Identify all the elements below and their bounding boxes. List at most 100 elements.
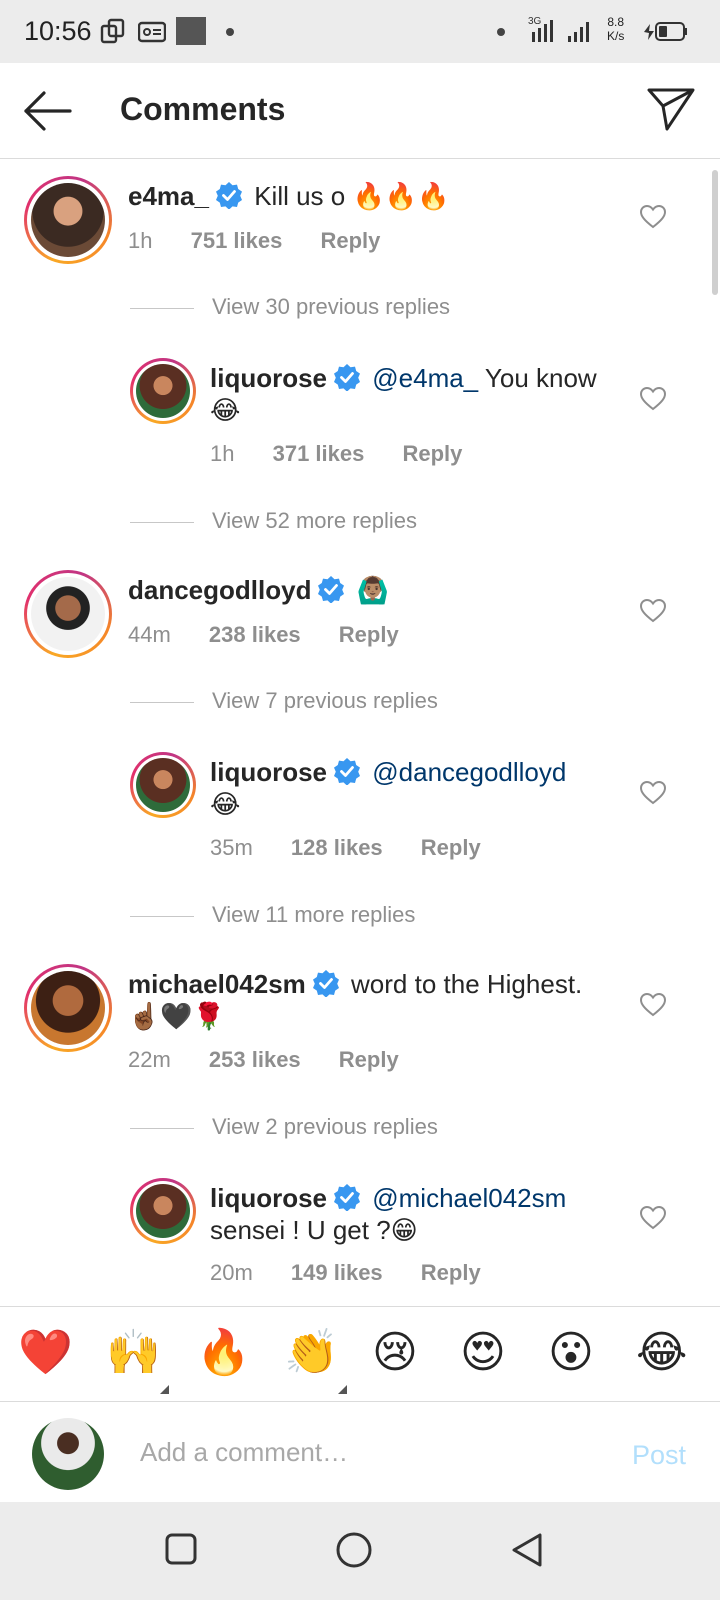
- reply-button[interactable]: Reply: [421, 835, 481, 860]
- status-bar: 10:56 3G 8.8 K/s: [0, 0, 720, 63]
- divider: [130, 1127, 194, 1129]
- comment-likes[interactable]: 751 likes: [191, 228, 283, 253]
- reaction-heart-eyes[interactable]: 😍: [460, 1325, 506, 1381]
- reaction-crying[interactable]: 😢: [372, 1325, 418, 1381]
- mention-link[interactable]: @michael042sm: [372, 1183, 566, 1213]
- comment-username[interactable]: michael042sm: [128, 969, 306, 999]
- header: Comments: [0, 63, 720, 159]
- image-notification-icon: [176, 17, 206, 45]
- comment-text: You know: [478, 363, 597, 393]
- reaction-clapping[interactable]: 👏: [284, 1325, 339, 1381]
- comment-time: 44m: [128, 622, 171, 647]
- skin-tone-indicator-icon: [338, 1385, 347, 1394]
- reply-button[interactable]: Reply: [320, 228, 380, 253]
- reaction-laughing[interactable]: 😂: [636, 1325, 687, 1381]
- heart-icon[interactable]: [640, 205, 666, 229]
- notification-dot-icon: [226, 28, 234, 36]
- post-button[interactable]: Post: [632, 1440, 686, 1471]
- back-arrow-icon[interactable]: [22, 89, 74, 133]
- comment-text-line2: 😂: [210, 395, 241, 425]
- comment-likes[interactable]: 371 likes: [273, 441, 365, 466]
- comment-text-line2: sensei ! U get ?😁: [210, 1215, 418, 1245]
- verified-badge-icon: [215, 182, 242, 209]
- view-replies-label: View 11 more replies: [212, 902, 416, 927]
- view-replies-button[interactable]: View 52 more replies: [130, 508, 417, 534]
- signal-icon: [568, 22, 589, 42]
- comment-username[interactable]: liquorose: [210, 757, 327, 787]
- avatar[interactable]: [130, 1178, 196, 1244]
- comment-list[interactable]: e4ma_ Kill us o 🔥🔥🔥 1h 751 likes Reply V…: [0, 160, 720, 1306]
- view-replies-label: View 52 more replies: [212, 508, 418, 533]
- comment-likes[interactable]: 149 likes: [291, 1260, 383, 1285]
- skin-tone-indicator-icon: [160, 1385, 169, 1394]
- radio-icon: [138, 21, 166, 43]
- battery-charging-icon: [644, 22, 687, 41]
- send-direct-icon[interactable]: [646, 85, 696, 133]
- reply-button[interactable]: Reply: [402, 441, 462, 466]
- dot-icon: [497, 28, 505, 36]
- comment-username[interactable]: e4ma_: [128, 181, 209, 211]
- comment-username[interactable]: dancegodlloyd: [128, 575, 311, 605]
- heart-icon[interactable]: [640, 781, 666, 805]
- screen-share-icon: [100, 18, 125, 44]
- status-time: 10:56: [24, 16, 92, 46]
- scrollbar[interactable]: [712, 170, 718, 295]
- comment-likes[interactable]: 128 likes: [291, 835, 383, 860]
- recents-icon[interactable]: [165, 1532, 197, 1568]
- avatar[interactable]: [24, 964, 112, 1052]
- back-nav-icon[interactable]: [510, 1532, 544, 1570]
- comment-composer: Post: [0, 1402, 720, 1502]
- heart-icon[interactable]: [640, 993, 666, 1017]
- comment-time: 1h: [128, 228, 153, 253]
- comment-text: Kill us o 🔥🔥🔥: [254, 181, 450, 211]
- comment-likes[interactable]: 253 likes: [209, 1047, 301, 1072]
- heart-icon[interactable]: [640, 599, 666, 623]
- verified-badge-icon: [318, 576, 345, 603]
- reaction-surprised[interactable]: 😮: [548, 1325, 594, 1381]
- signal-3g-icon: 3G: [528, 16, 553, 42]
- comment-time: 1h: [210, 441, 235, 466]
- view-replies-button[interactable]: View 11 more replies: [130, 902, 415, 928]
- reply-button[interactable]: Reply: [339, 622, 399, 647]
- view-replies-button[interactable]: View 2 previous replies: [130, 1114, 438, 1140]
- comment-meta: 35m 128 likes Reply: [210, 835, 513, 861]
- comment-time: 22m: [128, 1047, 171, 1072]
- avatar[interactable]: [130, 358, 196, 424]
- comment-meta: 22m 253 likes Reply: [128, 1047, 431, 1073]
- reply-button[interactable]: Reply: [421, 1260, 481, 1285]
- network-speed: 8.8 K/s: [607, 15, 625, 43]
- comment-meta: 1h 371 likes Reply: [210, 441, 494, 467]
- verified-badge-icon: [312, 970, 339, 997]
- comment-likes[interactable]: 238 likes: [209, 622, 301, 647]
- view-replies-label: View 30 previous replies: [212, 294, 451, 319]
- home-icon[interactable]: [335, 1532, 373, 1570]
- reaction-raising-hands[interactable]: 🙌: [106, 1325, 161, 1381]
- emoji-reaction-bar: ❤️ 🙌 🔥 👏 😢 😍 😮 😂: [0, 1306, 720, 1402]
- avatar[interactable]: [24, 176, 112, 264]
- reaction-heart[interactable]: ❤️: [18, 1325, 73, 1381]
- view-replies-button[interactable]: View 30 previous replies: [130, 294, 450, 320]
- verified-badge-icon: [334, 364, 361, 391]
- comment-input[interactable]: [140, 1430, 580, 1474]
- comment-text-line2: 😂: [210, 789, 241, 819]
- current-user-avatar: [32, 1418, 104, 1490]
- avatar[interactable]: [130, 752, 196, 818]
- avatar[interactable]: [24, 570, 112, 658]
- divider: [130, 521, 194, 523]
- comment-text: 🙆🏽‍♂️: [356, 575, 390, 605]
- heart-icon[interactable]: [640, 1206, 666, 1230]
- reply-button[interactable]: Reply: [339, 1047, 399, 1072]
- divider: [130, 915, 194, 917]
- view-replies-label: View 7 previous replies: [212, 688, 438, 713]
- reaction-fire[interactable]: 🔥: [196, 1325, 251, 1381]
- comment-username[interactable]: liquorose: [210, 1183, 327, 1213]
- system-nav-bar: [0, 1502, 720, 1600]
- mention-link[interactable]: @dancegodlloyd: [372, 757, 566, 787]
- mention-link[interactable]: @e4ma_: [372, 363, 478, 393]
- verified-badge-icon: [334, 1184, 361, 1211]
- view-replies-button[interactable]: View 7 previous replies: [130, 688, 438, 714]
- divider: [130, 307, 194, 309]
- comment-meta: 1h 751 likes Reply: [128, 228, 412, 254]
- comment-username[interactable]: liquorose: [210, 363, 327, 393]
- heart-icon[interactable]: [640, 387, 666, 411]
